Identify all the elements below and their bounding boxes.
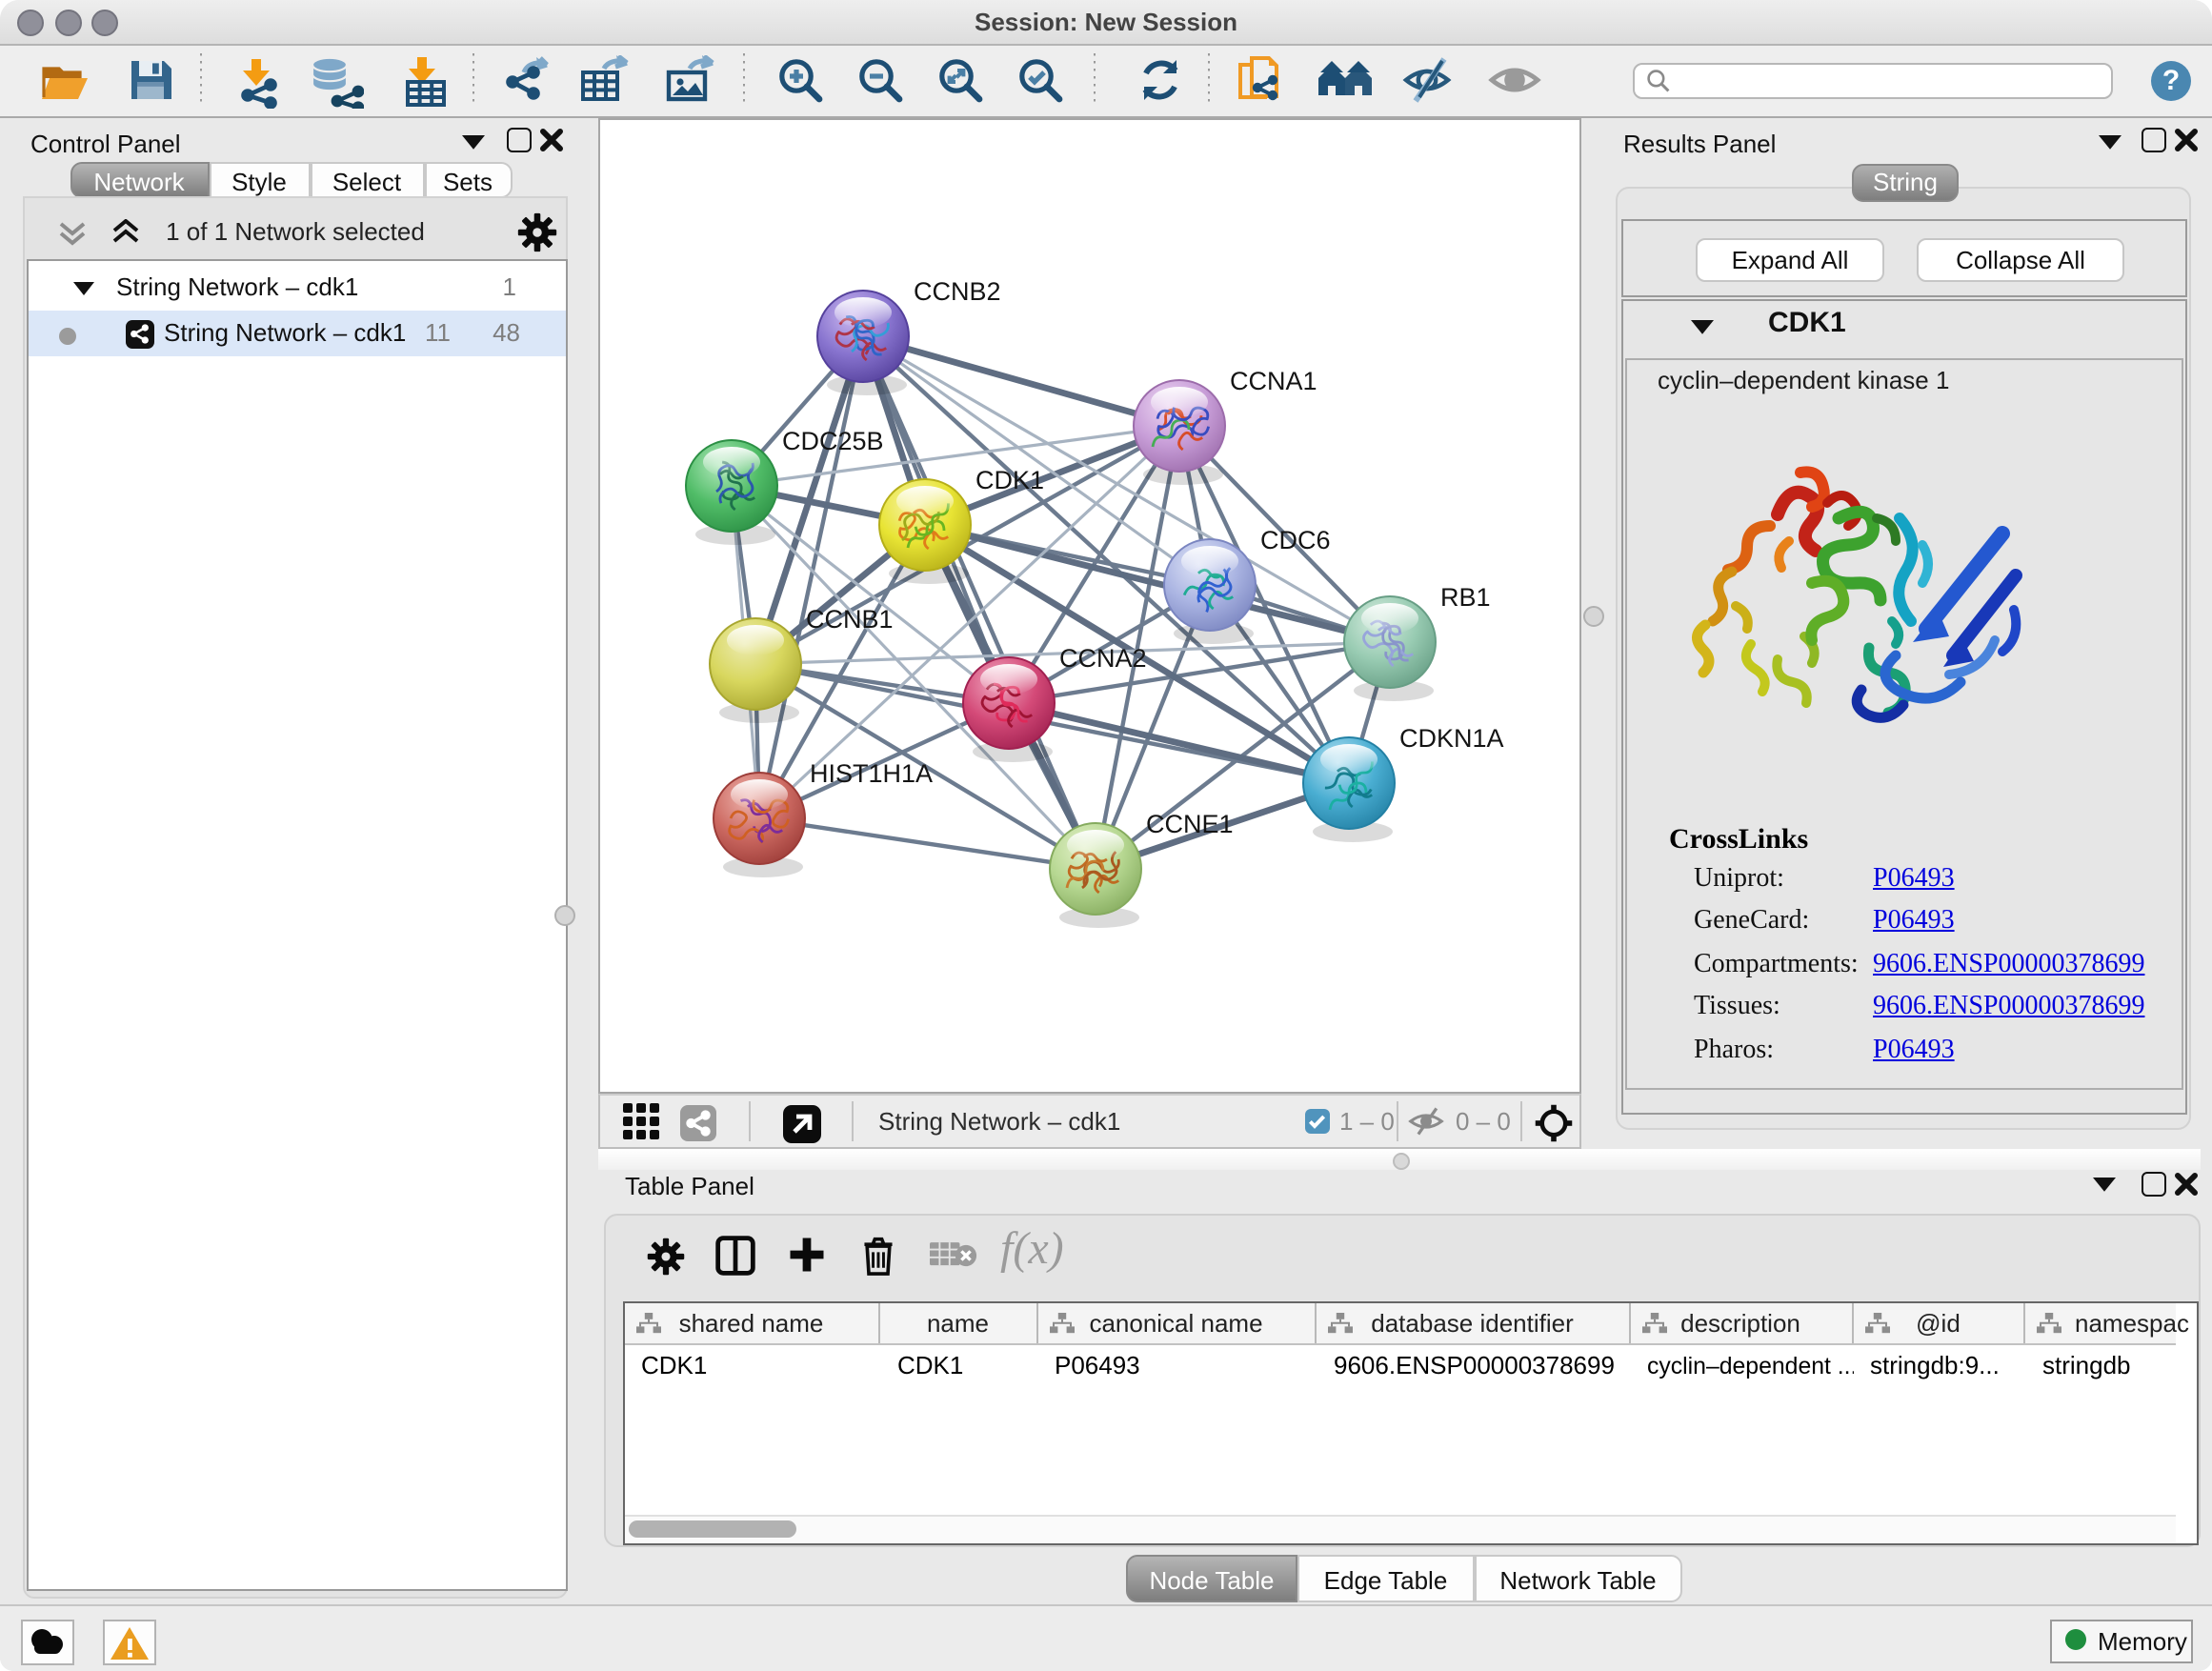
svg-text:CDC25B: CDC25B	[782, 427, 884, 455]
svg-text:RB1: RB1	[1440, 583, 1491, 612]
svg-text:HIST1H1A: HIST1H1A	[810, 759, 933, 788]
svg-text:CCNB2: CCNB2	[914, 277, 1001, 306]
svg-text:CCNE1: CCNE1	[1146, 810, 1234, 838]
svg-text:CDC6: CDC6	[1260, 526, 1331, 554]
svg-text:CCNB1: CCNB1	[806, 605, 894, 634]
svg-text:CCNA1: CCNA1	[1230, 367, 1317, 395]
svg-text:CCNA2: CCNA2	[1059, 644, 1147, 673]
svg-text:CDKN1A: CDKN1A	[1399, 724, 1504, 753]
svg-text:CDK1: CDK1	[975, 466, 1044, 494]
